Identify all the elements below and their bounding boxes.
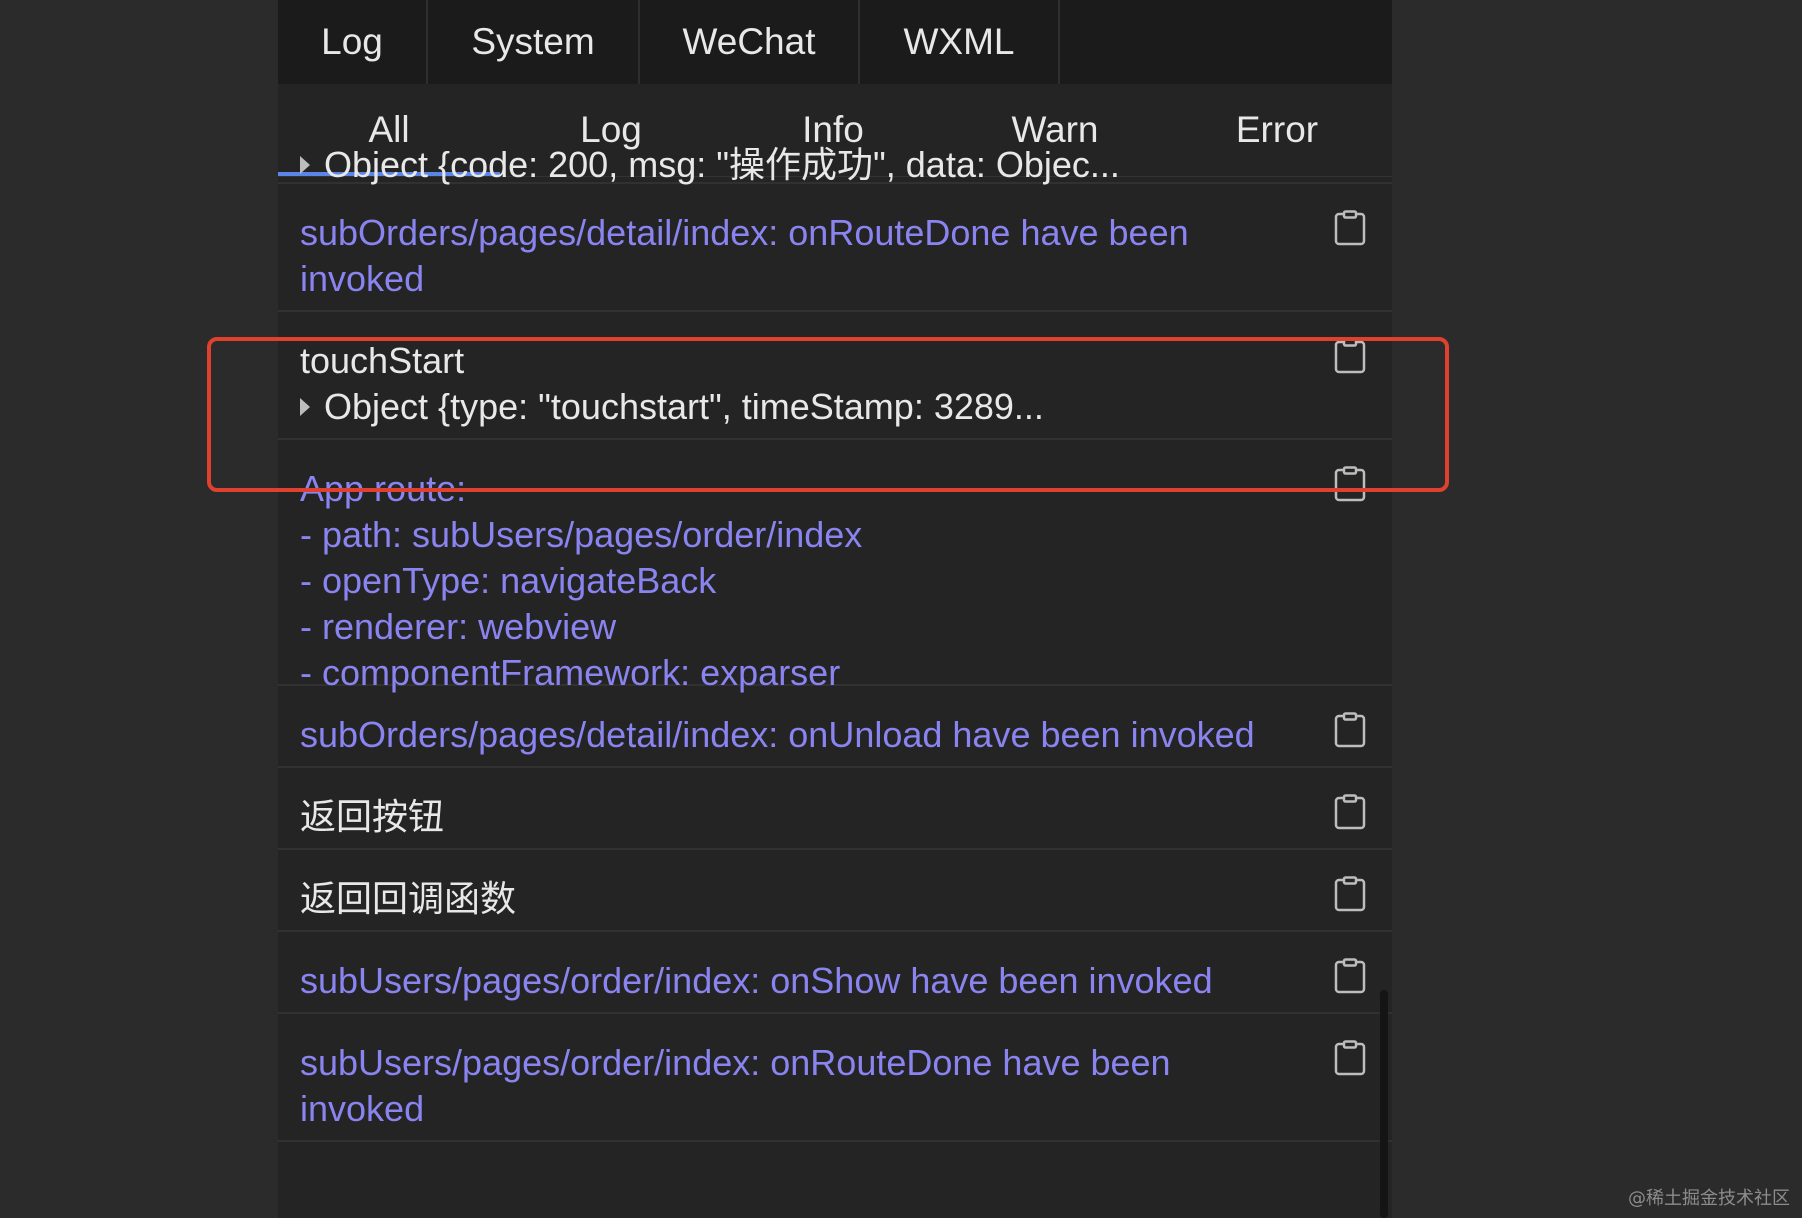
caret-right-icon[interactable]: [300, 398, 310, 416]
log-line: - path: subUsers/pages/order/index: [300, 512, 1312, 558]
log-entry: App route: - path: subUsers/pages/order/i…: [278, 440, 1392, 693]
log-entry: 返回按钮: [278, 768, 1392, 850]
log-line: - openType: navigateBack: [300, 558, 1312, 604]
log-text: subOrders/pages/detail/index: onRouteDon…: [300, 212, 1189, 253]
log-text: touchStart: [300, 340, 465, 381]
log-line: - renderer: webview: [300, 604, 1312, 650]
console-panel: Log System WeChat WXML All Log Info Warn…: [278, 0, 1392, 1218]
log-line: 返回回调函数: [300, 876, 1312, 922]
log-text: subUsers/pages/order/index: onRouteDone …: [300, 1042, 1171, 1083]
log-entry: touchStart Object {type: "touchstart", ti…: [278, 312, 1392, 440]
log-text: subOrders/pages/detail/index: onUnload h…: [300, 714, 1255, 755]
tab-wechat[interactable]: WeChat: [640, 0, 860, 84]
clipboard-icon[interactable]: [1334, 876, 1366, 912]
log-text: - path: subUsers/pages/order/index: [300, 514, 863, 555]
caret-right-icon[interactable]: [300, 156, 310, 174]
log-line: invoked: [300, 1086, 1312, 1132]
top-tab-bar: Log System WeChat WXML: [278, 0, 1392, 84]
log-text: App route:: [300, 468, 467, 509]
tab-system[interactable]: System: [428, 0, 640, 84]
log-line: subUsers/pages/order/index: onShow have …: [300, 958, 1312, 1004]
log-text: subUsers/pages/order/index: onShow have …: [300, 960, 1213, 1001]
log-line: invoked: [300, 256, 1312, 302]
log-line: subOrders/pages/detail/index: onUnload h…: [300, 712, 1312, 758]
log-text: 返回按钮: [300, 796, 445, 837]
object-preview-line[interactable]: Object {code: 200, msg: "操作成功", data: Ob…: [300, 142, 1312, 188]
log-entry: subOrders/pages/detail/index: onRouteDon…: [278, 184, 1392, 312]
log-entry: subUsers/pages/order/index: onShow have …: [278, 932, 1392, 1014]
clipboard-icon[interactable]: [1334, 466, 1366, 502]
watermark: @稀土掘金技术社区: [1628, 1188, 1790, 1209]
clipboard-icon[interactable]: [1334, 958, 1366, 994]
log-line: subOrders/pages/detail/index: onRouteDon…: [300, 210, 1312, 256]
log-text: Object {type: "touchstart", timeStamp: 3…: [324, 386, 1044, 427]
log-entry: 返回回调函数: [278, 850, 1392, 932]
tab-wxml[interactable]: WXML: [860, 0, 1060, 84]
clipboard-icon[interactable]: [1334, 1040, 1366, 1076]
scrollbar[interactable]: [1380, 990, 1388, 1218]
log-entry: Object {code: 200, msg: "操作成功", data: Ob…: [278, 142, 1392, 185]
log-entry: subOrders/pages/detail/index: onUnload h…: [278, 686, 1392, 768]
object-preview-line[interactable]: Object {type: "touchstart", timeStamp: 3…: [300, 384, 1312, 430]
log-line: touchStart: [300, 338, 1312, 384]
log-line: App route:: [300, 466, 1312, 512]
clipboard-icon[interactable]: [1334, 338, 1366, 374]
log-list: Object {code: 200, msg: "操作成功", data: Ob…: [278, 144, 1392, 1142]
log-text: Object {code: 200, msg: "操作成功", data: Ob…: [324, 144, 1120, 185]
log-entry: subUsers/pages/order/index: onRouteDone …: [278, 1014, 1392, 1142]
log-text: - openType: navigateBack: [300, 560, 717, 601]
log-text: - renderer: webview: [300, 606, 617, 647]
clipboard-icon[interactable]: [1334, 712, 1366, 748]
log-text: invoked: [300, 258, 425, 299]
clipboard-icon[interactable]: [1334, 794, 1366, 830]
log-line: 返回按钮: [300, 794, 1312, 840]
log-text: 返回回调函数: [300, 878, 517, 919]
clipboard-icon[interactable]: [1334, 210, 1366, 246]
tab-log[interactable]: Log: [278, 0, 428, 84]
log-line: subUsers/pages/order/index: onRouteDone …: [300, 1040, 1312, 1086]
log-text: invoked: [300, 1088, 425, 1129]
